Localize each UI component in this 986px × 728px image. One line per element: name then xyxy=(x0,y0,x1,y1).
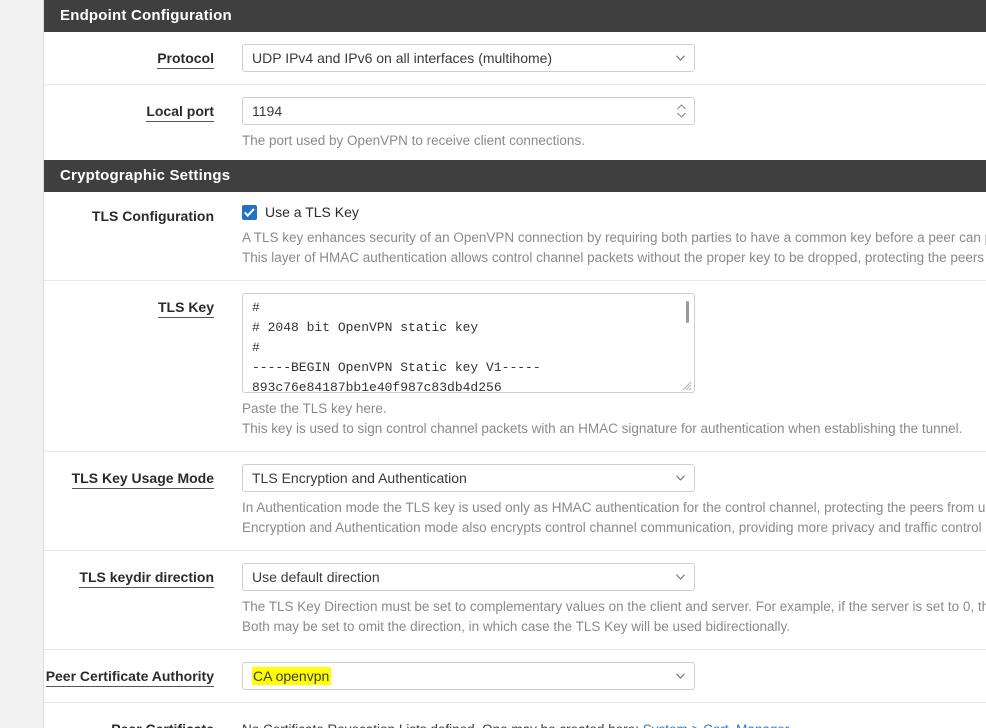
panel-cryptographic-settings: Cryptographic Settings TLS Configuration… xyxy=(43,160,986,728)
protocol-select-value: UDP IPv4 and IPv6 on all interfaces (mul… xyxy=(252,50,553,66)
chevron-down-icon xyxy=(676,673,685,679)
form-row-tls-key-usage-mode: TLS Key Usage Mode TLS Encryption and Au… xyxy=(44,451,986,550)
tls-key-checkbox-row[interactable]: Use a TLS Key xyxy=(242,202,986,222)
form-row-peer-certificate-authority: Peer Certificate Authority CA openvpn xyxy=(44,649,986,702)
label-peer-certificate-authority: Peer Certificate Authority xyxy=(44,662,214,687)
peer-certificate-authority-value: CA openvpn xyxy=(252,667,332,685)
tls-key-textarea-holder: # # 2048 bit OpenVPN static key # -----B… xyxy=(242,293,695,393)
control-wrap-tls-key-usage-mode: TLS Encryption and Authentication In Aut… xyxy=(214,464,986,538)
peer-certificate-authority-select[interactable]: CA openvpn xyxy=(242,662,695,690)
openvpn-server-settings-page: Endpoint Configuration Protocol UDP IPv4… xyxy=(0,0,986,728)
control-wrap-tls-keydir-direction: Use default direction The TLS Key Direct… xyxy=(214,563,986,637)
panel-heading-cryptographic-settings: Cryptographic Settings xyxy=(44,160,986,192)
textarea-resize-handle-icon[interactable] xyxy=(680,378,692,391)
tls-key-textarea[interactable]: # # 2048 bit OpenVPN static key # -----B… xyxy=(242,293,695,393)
checkbox-checked-icon[interactable] xyxy=(242,204,257,220)
form-row-local-port: Local port 1194 The port used by OpenVPN… xyxy=(44,84,986,163)
peer-certificate-message-text: No Certificate Revocation Lists defined.… xyxy=(242,722,643,728)
help-tls-keydir-direction-line2: Both may be set to omit the direction, i… xyxy=(242,619,791,634)
form-row-peer-certificate: Peer Certificate No Certificate Revocati… xyxy=(44,702,986,728)
form-row-tls-configuration: TLS Configuration Use a TLS Key A TLS ke… xyxy=(44,192,986,280)
help-tls-keydir-direction-line1: The TLS Key Direction must be set to com… xyxy=(242,599,986,614)
control-wrap-peer-certificate-authority: CA openvpn xyxy=(214,662,986,690)
local-port-value: 1194 xyxy=(252,103,283,119)
form-row-tls-keydir-direction: TLS keydir direction Use default directi… xyxy=(44,550,986,649)
help-tls-key-usage-mode-line1: In Authentication mode the TLS key is us… xyxy=(242,500,986,515)
panel-body-endpoint-configuration: Protocol UDP IPv4 and IPv6 on all interf… xyxy=(44,32,986,163)
control-wrap-protocol: UDP IPv4 and IPv6 on all interfaces (mul… xyxy=(214,44,986,72)
help-tls-configuration-line2: This layer of HMAC authentication allows… xyxy=(242,250,986,265)
local-port-input[interactable]: 1194 xyxy=(242,97,695,125)
label-peer-certificate: Peer Certificate xyxy=(44,715,214,728)
tls-keydir-direction-value: Use default direction xyxy=(252,569,380,585)
tls-key-checkbox-label: Use a TLS Key xyxy=(265,204,359,220)
panel-heading-endpoint-configuration: Endpoint Configuration xyxy=(44,0,986,32)
chevron-down-icon xyxy=(676,475,685,481)
form-row-tls-key: TLS Key # # 2048 bit OpenVPN static key … xyxy=(44,280,986,451)
peer-certificate-authority-value-wrap: CA openvpn xyxy=(252,663,668,689)
help-tls-configuration-line1: A TLS key enhances security of an OpenVP… xyxy=(242,230,986,245)
cert-manager-link[interactable]: System > Cert. Manager xyxy=(643,722,790,728)
label-local-port: Local port xyxy=(44,97,214,122)
control-wrap-tls-configuration: Use a TLS Key A TLS key enhances securit… xyxy=(214,202,986,268)
help-tls-key-usage-mode-line2: Encryption and Authentication mode also … xyxy=(242,520,986,535)
help-tls-key-line2: This key is used to sign control channel… xyxy=(242,421,963,436)
help-tls-key-line1: Paste the TLS key here. xyxy=(242,401,387,416)
control-wrap-local-port: 1194 The port used by OpenVPN to receive… xyxy=(214,97,986,151)
number-stepper-icon[interactable] xyxy=(676,103,687,119)
tls-key-usage-mode-value: TLS Encryption and Authentication xyxy=(252,470,467,486)
help-local-port: The port used by OpenVPN to receive clie… xyxy=(242,133,585,148)
label-tls-configuration: TLS Configuration xyxy=(91,208,214,224)
chevron-down-icon xyxy=(676,55,685,61)
protocol-select[interactable]: UDP IPv4 and IPv6 on all interfaces (mul… xyxy=(242,44,695,72)
control-wrap-peer-certificate: No Certificate Revocation Lists defined.… xyxy=(214,715,986,728)
label-tls-key: TLS Key xyxy=(44,293,214,318)
label-tls-key-usage-mode: TLS Key Usage Mode xyxy=(44,464,214,489)
textarea-scrollbar[interactable] xyxy=(686,301,689,323)
label-tls-keydir-direction: TLS keydir direction xyxy=(44,563,214,588)
peer-certificate-message: No Certificate Revocation Lists defined.… xyxy=(242,715,986,728)
form-row-protocol: Protocol UDP IPv4 and IPv6 on all interf… xyxy=(44,32,986,84)
tls-keydir-direction-select[interactable]: Use default direction xyxy=(242,563,695,591)
tls-key-usage-mode-select[interactable]: TLS Encryption and Authentication xyxy=(242,464,695,492)
panel-endpoint-configuration: Endpoint Configuration Protocol UDP IPv4… xyxy=(43,0,986,164)
label-protocol: Protocol xyxy=(44,44,214,69)
control-wrap-tls-key: # # 2048 bit OpenVPN static key # -----B… xyxy=(214,293,986,439)
panel-body-cryptographic-settings: TLS Configuration Use a TLS Key A TLS ke… xyxy=(44,192,986,728)
chevron-down-icon xyxy=(676,574,685,580)
